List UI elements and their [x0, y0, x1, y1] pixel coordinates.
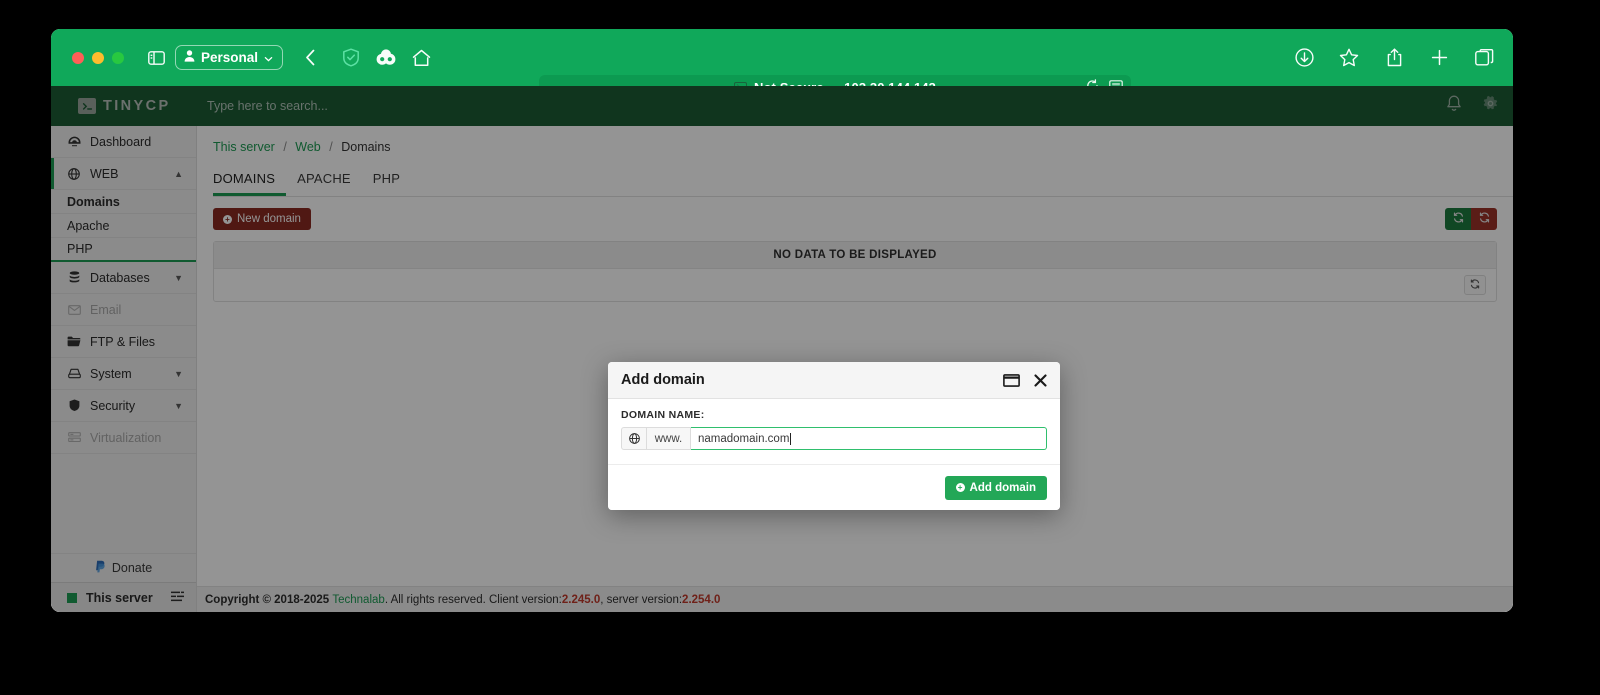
profile-chip-label: Personal [201, 50, 259, 65]
domain-input-group: www. namadomain.com [621, 427, 1047, 450]
shield-icon[interactable] [338, 45, 364, 71]
maximize-icon[interactable] [1003, 373, 1020, 387]
domain-input-value: namadomain.com [698, 432, 790, 445]
modal-title: Add domain [621, 372, 705, 388]
home-icon[interactable] [408, 45, 434, 71]
close-icon[interactable] [1034, 373, 1047, 387]
chevron-down-icon [264, 50, 273, 65]
profile-chip-button[interactable]: Personal [175, 45, 284, 70]
modal-footer: + Add domain [608, 465, 1060, 510]
tinycp-app: TINYCP Type here to search... Dashboard … [51, 86, 1513, 612]
adblock-icon[interactable] [373, 45, 399, 71]
maximize-window-button[interactable] [112, 51, 124, 64]
window-traffic-lights [72, 51, 124, 64]
browser-toolbar: Personal [51, 29, 1513, 99]
new-tab-icon[interactable] [1426, 45, 1452, 71]
modal-overlay[interactable] [51, 86, 1513, 612]
browser-window: Personal TINYCP Type here to search... D… [51, 29, 1513, 612]
modal-body: DOMAIN NAME: www. namadomain.com [608, 399, 1060, 465]
browser-toolbar-right [1291, 29, 1497, 86]
www-prefix-label: www. [647, 427, 691, 450]
add-domain-label: Add domain [969, 481, 1036, 494]
bookmark-star-icon[interactable] [1336, 45, 1362, 71]
tab-overview-icon[interactable] [1471, 45, 1497, 71]
close-window-button[interactable] [72, 51, 84, 64]
modal-header: Add domain [608, 362, 1060, 399]
person-icon [184, 50, 195, 65]
add-domain-submit-button[interactable]: + Add domain [944, 475, 1047, 500]
text-cursor [790, 432, 792, 445]
domain-name-input[interactable]: namadomain.com [691, 427, 1047, 450]
back-icon[interactable] [297, 45, 323, 71]
share-icon[interactable] [1381, 45, 1407, 71]
domain-name-label: DOMAIN NAME: [621, 409, 705, 421]
sidebar-toggle-icon[interactable] [143, 45, 169, 71]
minimize-window-button[interactable] [92, 51, 104, 64]
download-icon[interactable] [1291, 45, 1317, 71]
plus-circle-icon: + [955, 483, 965, 492]
add-domain-modal: Add domain DOMAIN NAME: www. namadomain.… [608, 362, 1060, 510]
globe-icon [621, 427, 647, 450]
